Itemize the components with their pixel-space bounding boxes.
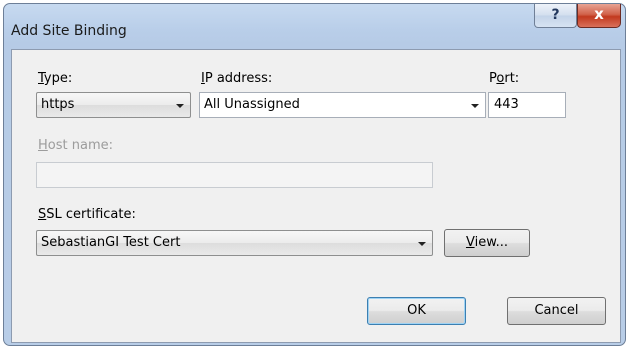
type-select-value: https bbox=[41, 97, 75, 112]
port-input-value: 443 bbox=[494, 97, 519, 112]
ip-address-combo[interactable]: All Unassigned bbox=[199, 92, 486, 118]
host-name-input[interactable] bbox=[36, 162, 433, 188]
ssl-certificate-label-text: SL certificate: bbox=[46, 207, 136, 222]
chevron-down-icon[interactable] bbox=[471, 104, 479, 108]
ip-address-label: IP address: bbox=[201, 71, 272, 86]
type-select[interactable]: https bbox=[36, 92, 191, 118]
close-button[interactable]: x bbox=[577, 4, 621, 28]
ssl-certificate-value: SebastianGI Test Cert bbox=[41, 235, 181, 250]
port-label-text: rt: bbox=[504, 71, 520, 86]
help-button[interactable]: ? bbox=[534, 4, 577, 28]
host-name-label-accel: H bbox=[38, 138, 48, 153]
add-site-binding-dialog: Add Site Binding ? x Type: https IP addr… bbox=[3, 3, 626, 346]
chevron-down-icon bbox=[176, 104, 184, 108]
ssl-certificate-label: SSL certificate: bbox=[38, 207, 136, 222]
port-label: Port: bbox=[489, 71, 519, 86]
type-label: Type: bbox=[38, 71, 72, 86]
view-button[interactable]: View... bbox=[444, 229, 530, 257]
ip-address-value: All Unassigned bbox=[204, 97, 300, 112]
port-input[interactable]: 443 bbox=[488, 92, 566, 118]
ok-button[interactable]: OK bbox=[367, 297, 466, 325]
cancel-button[interactable]: Cancel bbox=[507, 297, 606, 325]
host-name-label-text: ost name: bbox=[47, 138, 113, 153]
host-name-label: Host name: bbox=[38, 138, 113, 153]
ip-address-label-text: P address: bbox=[204, 71, 273, 86]
chevron-down-icon bbox=[418, 242, 426, 246]
dialog-title: Add Site Binding bbox=[11, 23, 127, 39]
view-button-accel: V bbox=[465, 235, 475, 250]
ssl-certificate-select[interactable]: SebastianGI Test Cert bbox=[36, 230, 433, 256]
dialog-content: Type: https IP address: All Unassigned P… bbox=[11, 49, 621, 343]
view-button-text: iew... bbox=[474, 235, 509, 250]
type-label-text: ype: bbox=[43, 71, 73, 86]
